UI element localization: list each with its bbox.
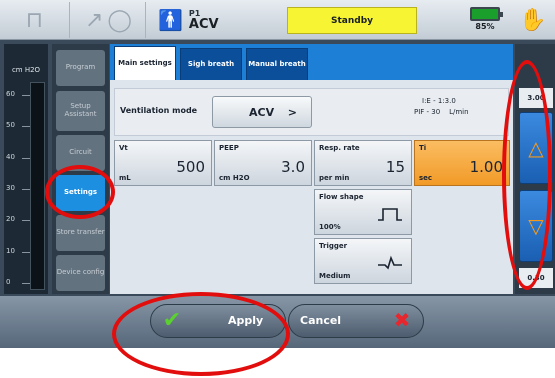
battery-icon	[470, 7, 503, 21]
menu-item-store-transfer[interactable]: Store transfer	[56, 215, 105, 251]
lungs-icon: ◯	[107, 7, 133, 33]
ti-param[interactable]: Ti 1.00 sec	[414, 140, 510, 186]
breath-indicator: ↗ ◯	[72, 2, 146, 38]
peep-value: 3.0	[281, 158, 305, 176]
patient-icon: 🚹	[158, 8, 183, 32]
pressure-tick: 0	[6, 278, 32, 290]
pressure-gauge	[30, 82, 45, 290]
pressure-tick: 20	[6, 215, 32, 227]
status-banner: Standby	[287, 7, 417, 34]
battery-indicator: 85%	[460, 4, 510, 36]
chevron-right-icon: >	[287, 105, 297, 119]
vt-label: Vt	[119, 144, 128, 152]
vt-value: 500	[176, 158, 205, 176]
increase-button[interactable]: △	[519, 112, 553, 184]
trigger-param[interactable]: Trigger Medium	[314, 238, 412, 284]
lock-button[interactable]: ⊓	[0, 2, 70, 38]
vt-param[interactable]: Vt 500 mL	[114, 140, 212, 186]
pressure-tick: 30	[6, 184, 32, 196]
ventilator-screen: ⊓ ↗ ◯ 🚹 P1 ACV Standby 85% ✋ cm H2O 60 50…	[0, 0, 555, 348]
ie-ratio: I:E - 1:3.0	[422, 97, 456, 105]
arrow-icon: ↗	[84, 7, 104, 33]
tab-sigh-breath[interactable]: Sigh breath	[180, 48, 242, 80]
ti-unit: sec	[419, 174, 433, 182]
trigger-label: Trigger	[319, 242, 348, 250]
max-value: 3.00	[519, 88, 553, 108]
menu-item-settings[interactable]: Settings	[56, 175, 105, 211]
pressure-tick: 10	[6, 247, 32, 259]
tab-main-settings[interactable]: Main settings	[114, 46, 176, 80]
ventilation-mode-value: ACV	[249, 105, 275, 119]
pressure-unit: cm H2O	[11, 66, 41, 74]
hand-icon[interactable]: ✋	[515, 5, 551, 35]
tab-bar: Main settings Sigh breath Manual breath	[110, 44, 513, 80]
resp-rate-param[interactable]: Resp. rate 15 per min	[314, 140, 412, 186]
peep-unit: cm H2O	[219, 174, 250, 182]
resp-rate-unit: per min	[319, 174, 350, 182]
resp-rate-value: 15	[385, 158, 405, 176]
pressure-tick: 50	[6, 121, 32, 133]
peep-param[interactable]: PEEP 3.0 cm H2O	[214, 140, 312, 186]
mode-label: ACV	[188, 16, 219, 32]
ti-value: 1.00	[469, 158, 503, 176]
cancel-label: Cancel	[300, 314, 342, 327]
peep-label: PEEP	[219, 144, 239, 152]
battery-percent: 85%	[475, 22, 495, 31]
down-triangle-icon: ▽	[528, 214, 544, 238]
trigger-wave-icon	[378, 255, 402, 270]
side-menu: Program Setup Assistant Circuit Settings…	[52, 44, 109, 294]
decrease-button[interactable]: ▽	[519, 190, 553, 262]
adjust-rail: 3.00 △ ▽ 0.30	[515, 44, 555, 294]
ventilation-mode-label: Ventilation mode	[120, 106, 198, 115]
vt-unit: mL	[119, 174, 131, 182]
trigger-value: Medium	[319, 272, 351, 280]
flow-shape-label: Flow shape	[319, 193, 364, 201]
ti-label: Ti	[419, 144, 427, 152]
min-value: 0.30	[519, 268, 553, 288]
flow-shape-value: 100%	[319, 223, 341, 231]
resp-rate-label: Resp. rate	[319, 144, 360, 152]
up-triangle-icon: △	[528, 136, 544, 160]
peak-flow: PIF - 30 L/min	[414, 108, 469, 117]
menu-item-program[interactable]: Program	[56, 50, 105, 86]
ventilation-mode-select[interactable]: ACV >	[212, 96, 312, 128]
square-wave-icon	[378, 208, 402, 221]
mode-indicator: 🚹 P1 ACV	[150, 2, 282, 38]
menu-item-setup-assistant[interactable]: Setup Assistant	[56, 91, 105, 131]
check-icon: ✔	[162, 307, 182, 333]
close-icon: ✖	[393, 308, 411, 332]
menu-item-device-config[interactable]: Device config	[56, 255, 105, 291]
computed-values: I:E - 1:3.0 PIF - 30 L/min	[414, 96, 510, 118]
lock-icon: ⊓	[25, 7, 44, 33]
menu-item-circuit[interactable]: Circuit	[56, 135, 105, 171]
pressure-tick: 60	[6, 90, 32, 102]
flow-shape-param[interactable]: Flow shape 100%	[314, 189, 412, 235]
apply-label: Apply	[228, 314, 264, 327]
pressure-tick: 40	[6, 153, 32, 165]
tab-manual-breath[interactable]: Manual breath	[246, 48, 308, 80]
